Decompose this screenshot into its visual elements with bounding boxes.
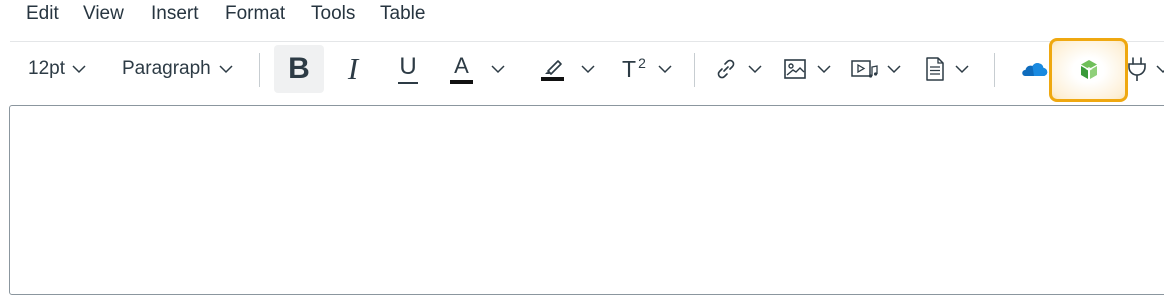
text-color-button[interactable]: A bbox=[450, 52, 505, 86]
apps-plugin-button[interactable] bbox=[1126, 54, 1164, 84]
menu-table[interactable]: Table bbox=[380, 3, 425, 25]
text-color-label: A bbox=[454, 52, 469, 78]
font-size-select[interactable]: 12pt bbox=[28, 55, 86, 83]
studio-app-button[interactable] bbox=[1049, 38, 1128, 102]
menu-tools[interactable]: Tools bbox=[311, 3, 355, 25]
highlight-color-button[interactable] bbox=[540, 52, 595, 86]
onedrive-button[interactable] bbox=[1019, 56, 1049, 82]
text-color-swatch bbox=[450, 79, 473, 84]
text-color-icon: A bbox=[450, 52, 473, 84]
block-format-value: Paragraph bbox=[122, 58, 211, 79]
chevron-down-icon bbox=[887, 64, 901, 74]
toolbar-separator bbox=[259, 53, 260, 87]
menu-format[interactable]: Format bbox=[225, 3, 285, 25]
image-icon bbox=[783, 58, 807, 80]
superscript-base: T bbox=[622, 56, 637, 82]
bold-button[interactable]: B bbox=[274, 45, 324, 93]
font-size-value: 12pt bbox=[28, 58, 65, 79]
plug-icon bbox=[1126, 56, 1148, 82]
link-button[interactable] bbox=[714, 54, 762, 84]
underline-label: U bbox=[399, 52, 417, 80]
toolbar-separator bbox=[994, 53, 995, 87]
underline-button[interactable]: U bbox=[395, 52, 421, 86]
menu-insert[interactable]: Insert bbox=[151, 3, 199, 25]
chevron-down-icon bbox=[581, 64, 595, 74]
media-button[interactable] bbox=[851, 54, 901, 84]
italic-label: I bbox=[347, 51, 359, 86]
superscript-icon: T 2 bbox=[622, 56, 646, 82]
chevron-down-icon bbox=[1156, 64, 1164, 74]
chevron-down-icon bbox=[658, 64, 672, 74]
media-icon bbox=[851, 58, 879, 80]
document-icon bbox=[924, 56, 946, 82]
studio-app-icon bbox=[1077, 58, 1101, 82]
chevron-down-icon bbox=[955, 64, 969, 74]
chevron-down-icon bbox=[72, 64, 86, 74]
document-button[interactable] bbox=[924, 54, 969, 84]
menubar: Edit View Insert Format Tools Table bbox=[0, 0, 1164, 30]
italic-button[interactable]: I bbox=[340, 51, 366, 86]
superscript-button[interactable]: T 2 bbox=[622, 52, 672, 86]
menu-edit[interactable]: Edit bbox=[26, 3, 59, 25]
chevron-down-icon bbox=[817, 64, 831, 74]
editor-content-area[interactable] bbox=[9, 105, 1164, 295]
link-icon bbox=[714, 57, 738, 81]
highlighter-icon bbox=[540, 57, 564, 81]
highlight-swatch bbox=[540, 77, 564, 81]
toolbar-separator bbox=[694, 53, 695, 87]
superscript-exponent: 2 bbox=[638, 55, 646, 71]
menu-view[interactable]: View bbox=[83, 3, 124, 25]
chevron-down-icon bbox=[491, 64, 505, 74]
block-format-select[interactable]: Paragraph bbox=[122, 55, 233, 83]
chevron-down-icon bbox=[219, 64, 233, 74]
chevron-down-icon bbox=[748, 64, 762, 74]
onedrive-cloud-icon bbox=[1020, 60, 1048, 78]
image-button[interactable] bbox=[783, 54, 831, 84]
underline-bar bbox=[398, 81, 418, 84]
bold-label: B bbox=[288, 52, 310, 85]
